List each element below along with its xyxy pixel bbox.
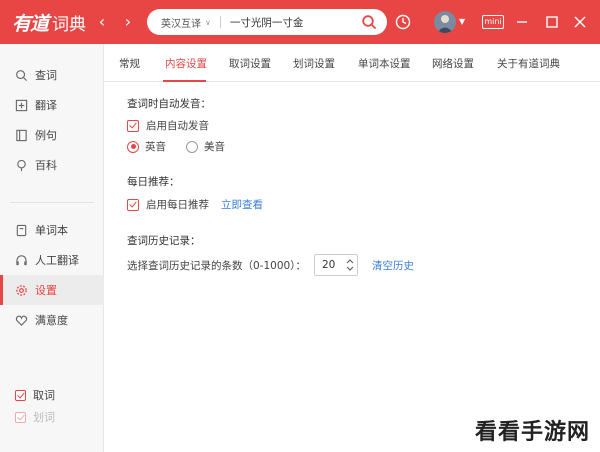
example-icon: [16, 129, 27, 141]
view-now-link[interactable]: 立即查看: [221, 197, 263, 212]
search-icon[interactable]: [361, 14, 377, 30]
human-translate-icon: [16, 254, 27, 265]
radio-us-label: 美音: [204, 141, 225, 153]
sidebar-toggle-label: 划词: [33, 411, 55, 424]
heart-icon: [15, 315, 28, 326]
search-icon: [16, 69, 28, 81]
back-button[interactable]: ‹: [93, 12, 111, 32]
sidebar-toggle-select-capture[interactable]: 划词: [0, 402, 104, 432]
sidebar-item-encyclopedia[interactable]: 百科: [0, 150, 104, 180]
stepper-arrows-icon[interactable]: [345, 257, 355, 273]
wordbook-icon: [16, 224, 27, 236]
translate-mode-select[interactable]: 英汉互译 ∨: [161, 15, 211, 30]
radio-uk-label: 英音: [145, 141, 166, 153]
sidebar-item-settings[interactable]: 设置: [0, 275, 104, 305]
app-brand: 有道: [12, 13, 49, 35]
app-logo: 有道 词典: [12, 9, 86, 36]
auto-pron-title: 查词时自动发音：: [127, 98, 211, 110]
auto-pron-enable-label: 启用自动发音: [146, 120, 209, 132]
settings-tabs: 常规 内容设置 取词设置 划词设置 单词本设置 网络设置 关于有道词典: [104, 44, 600, 82]
sidebar-item-translate[interactable]: 翻译: [0, 90, 104, 120]
history-count-value: 20: [321, 259, 336, 271]
sidebar-item-wordbook[interactable]: 单词本: [0, 215, 104, 245]
translate-icon: [15, 99, 28, 111]
history-count-label: 选择查词历史记录的条数（0-1000）：: [127, 259, 306, 272]
clear-history-link[interactable]: 清空历史: [372, 258, 414, 273]
tab-lookup-settings[interactable]: 取词设置: [229, 56, 271, 71]
sidebar-item-label: 例句: [35, 129, 57, 142]
close-icon[interactable]: [570, 12, 590, 32]
account-chevron-down-icon[interactable]: ▼: [459, 17, 465, 26]
avatar[interactable]: [434, 11, 456, 33]
lookup-capture-checkbox[interactable]: [15, 389, 26, 401]
sidebar: 查词 翻译 例句 百科 单词本 人工翻译 设置 满意度 取词 划词: [0, 44, 104, 452]
active-tab-indicator: [163, 80, 206, 82]
sidebar-divider: [10, 202, 94, 203]
history-row: 选择查词历史记录的条数（0-1000）： 20 清空历史: [127, 254, 414, 276]
app-name: 词典: [52, 15, 87, 35]
sidebar-toggle-label: 取词: [33, 389, 55, 402]
accent-radio-group: 英音 美音: [127, 139, 225, 154]
clock-icon[interactable]: [395, 14, 411, 30]
tab-wordbook-settings[interactable]: 单词本设置: [358, 56, 411, 71]
maximize-icon[interactable]: [542, 12, 562, 32]
watermark: 看看手游网: [474, 420, 590, 445]
sidebar-item-label: 百科: [35, 159, 57, 172]
tab-network-settings[interactable]: 网络设置: [432, 56, 474, 71]
auto-pron-enable-row[interactable]: 启用自动发音: [127, 118, 209, 133]
radio-uk[interactable]: [127, 140, 139, 153]
forward-button[interactable]: ›: [119, 12, 137, 32]
translate-mode-label: 英汉互译: [161, 18, 201, 30]
sidebar-item-label: 查词: [35, 69, 57, 82]
auto-pron-checkbox[interactable]: [127, 119, 139, 132]
chevron-down-icon: ∨: [205, 17, 211, 27]
radio-us[interactable]: [186, 140, 198, 153]
sidebar-item-label: 单词本: [35, 224, 68, 237]
mini-mode-button[interactable]: mini: [482, 15, 504, 29]
daily-enable-row[interactable]: 启用每日推荐 立即查看: [127, 197, 263, 212]
tab-general[interactable]: 常规: [119, 56, 140, 71]
daily-enable-label: 启用每日推荐: [146, 199, 209, 211]
sidebar-item-lookup[interactable]: 查词: [0, 60, 104, 90]
tab-content-settings[interactable]: 内容设置: [165, 56, 207, 71]
tab-select-settings[interactable]: 划词设置: [293, 56, 335, 71]
sidebar-item-label: 满意度: [35, 314, 68, 327]
history-title: 查词历史记录：: [127, 235, 201, 247]
search-divider: [219, 16, 221, 28]
history-count-stepper[interactable]: 20: [313, 254, 358, 276]
encyclopedia-icon: [17, 159, 26, 171]
tab-about[interactable]: 关于有道词典: [497, 56, 560, 71]
sidebar-item-examples[interactable]: 例句: [0, 120, 104, 150]
daily-title: 每日推荐：: [127, 176, 180, 188]
title-bar: 有道 词典 ‹ › 英汉互译 ∨ 一寸光阴一寸金 ▼ mini: [0, 0, 600, 44]
sidebar-item-human-translation[interactable]: 人工翻译: [0, 245, 104, 275]
minimize-icon[interactable]: [512, 12, 532, 32]
search-box[interactable]: 英汉互译 ∨ 一寸光阴一寸金: [147, 9, 387, 35]
sidebar-item-label: 设置: [35, 284, 57, 297]
daily-checkbox[interactable]: [127, 198, 139, 211]
gear-icon: [16, 284, 27, 296]
select-capture-checkbox[interactable]: [15, 411, 26, 423]
sidebar-item-satisfaction[interactable]: 满意度: [0, 305, 104, 335]
sidebar-item-label: 人工翻译: [35, 254, 79, 267]
sidebar-item-label: 翻译: [35, 99, 57, 112]
